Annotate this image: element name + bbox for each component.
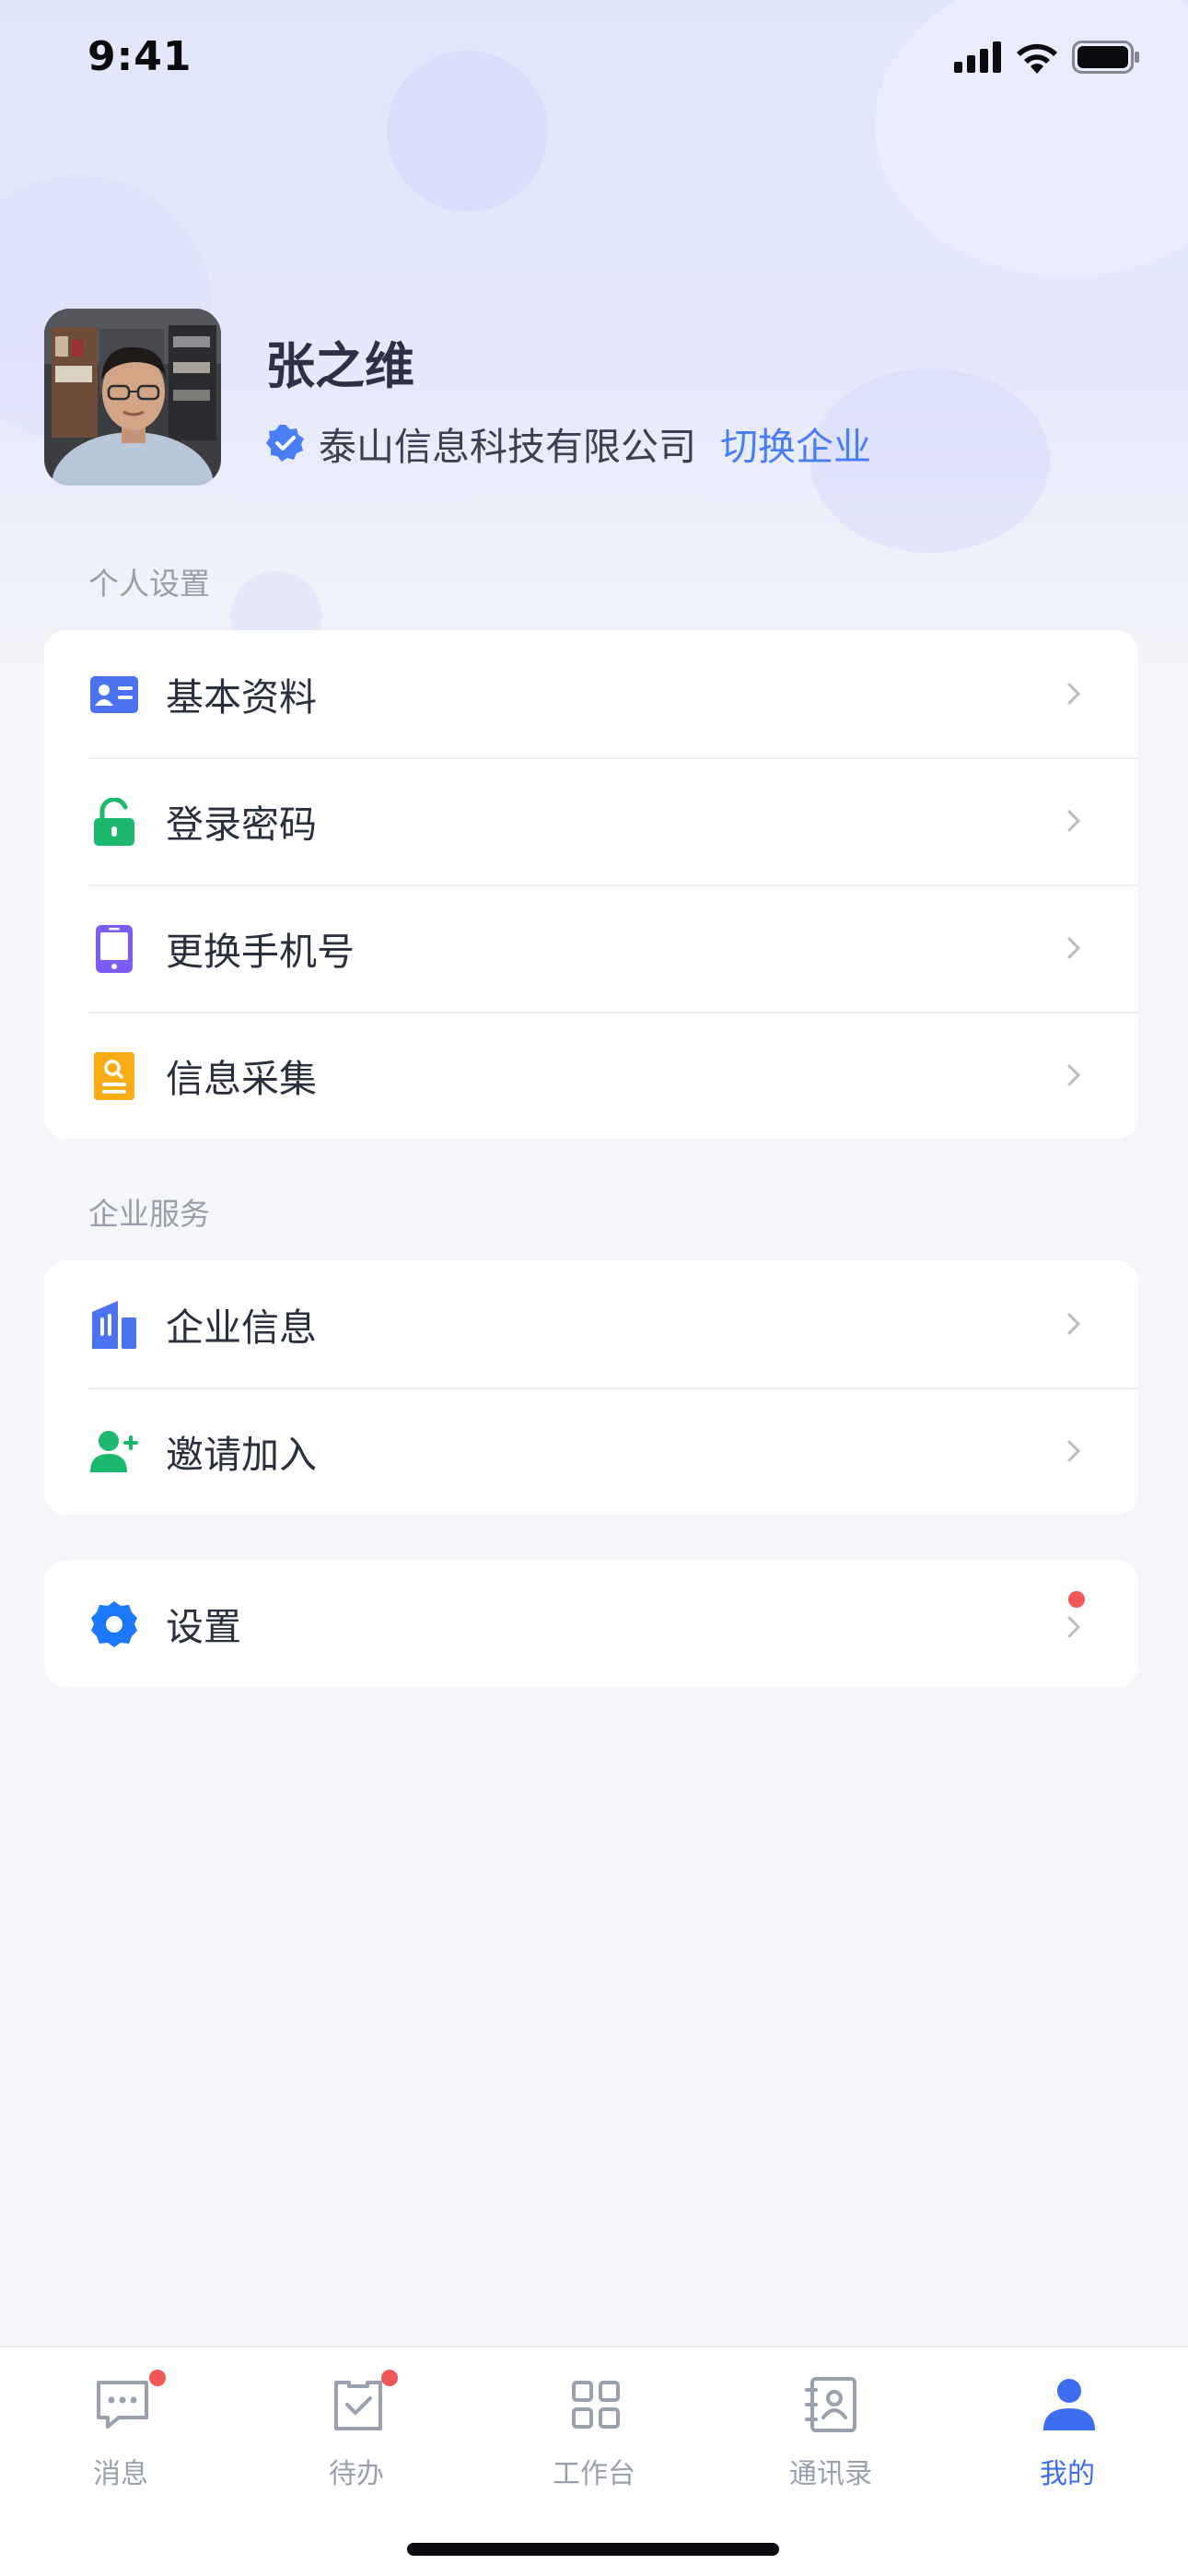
battery-icon xyxy=(1072,41,1139,74)
section-title-personal: 个人设置 xyxy=(88,566,210,602)
chevron-right-icon xyxy=(1067,810,1081,832)
settings-card: 设置 xyxy=(44,1560,1138,1687)
status-time: 9:41 xyxy=(87,33,192,80)
menu-item-basic-info[interactable]: 基本资料 xyxy=(44,630,1138,757)
chevron-right-icon xyxy=(1067,1440,1081,1462)
menu-item-label: 邀请加入 xyxy=(166,1433,317,1477)
add-user-icon xyxy=(90,1431,138,1472)
menu-item-change-phone[interactable]: 更换手机号 xyxy=(44,884,1138,1012)
menu-item-label: 设置 xyxy=(166,1605,241,1649)
menu-item-label: 企业信息 xyxy=(166,1306,317,1350)
notification-badge xyxy=(381,2370,398,2386)
profile-header: 张之维 泰山信息科技有限公司 切换企业 xyxy=(44,309,1149,488)
enterprise-services-card: 企业信息 邀请加入 xyxy=(44,1260,1138,1515)
chevron-right-icon xyxy=(1067,1616,1081,1638)
tab-messages[interactable]: 消息 xyxy=(47,2370,194,2523)
chevron-right-icon xyxy=(1067,937,1081,959)
menu-item-settings[interactable]: 设置 xyxy=(44,1560,1138,1687)
personal-settings-card: 基本资料 登录密码 更换手机号 信息采集 xyxy=(44,630,1138,1139)
company-name: 泰山信息科技有限公司 xyxy=(319,425,696,469)
todo-icon xyxy=(334,2381,382,2430)
chevron-right-icon xyxy=(1067,683,1081,705)
unlock-icon xyxy=(94,798,134,846)
menu-item-label: 登录密码 xyxy=(166,802,317,847)
phone-icon xyxy=(96,925,133,973)
id-card-icon xyxy=(90,676,138,713)
menu-item-label: 基本资料 xyxy=(166,675,317,720)
tab-workbench[interactable]: 工作台 xyxy=(520,2375,668,2523)
gear-icon xyxy=(91,1601,137,1647)
user-icon xyxy=(1043,2379,1095,2430)
contacts-icon xyxy=(805,2377,856,2432)
tab-mine[interactable]: 我的 xyxy=(994,2375,1141,2523)
tab-bar: 消息 待办 工作台 通讯录 我的 xyxy=(0,2346,1188,2576)
switch-company-link[interactable]: 切换企业 xyxy=(720,416,871,471)
chevron-right-icon xyxy=(1067,1064,1081,1086)
signal-icon xyxy=(954,41,1001,73)
grid-icon xyxy=(572,2381,620,2429)
tab-label: 通讯录 xyxy=(789,2458,872,2490)
menu-item-login-password[interactable]: 登录密码 xyxy=(44,757,1138,884)
chevron-right-icon xyxy=(1067,1313,1081,1335)
avatar[interactable] xyxy=(44,309,221,486)
tab-label: 消息 xyxy=(93,2458,148,2490)
tab-todo[interactable]: 待办 xyxy=(283,2370,430,2523)
notification-badge xyxy=(149,2370,166,2386)
building-icon xyxy=(92,1301,136,1349)
menu-item-label: 更换手机号 xyxy=(166,930,355,974)
user-name: 张之维 xyxy=(265,337,414,395)
notification-badge xyxy=(1068,1591,1085,1608)
wifi-icon xyxy=(1017,43,1057,74)
menu-item-label: 信息采集 xyxy=(166,1057,317,1101)
tab-contacts[interactable]: 通讯录 xyxy=(757,2375,904,2523)
verified-badge-icon xyxy=(266,425,304,462)
status-bar: 9:41 xyxy=(0,0,1188,120)
tab-label: 我的 xyxy=(1040,2458,1095,2490)
menu-item-invite-join[interactable]: 邀请加入 xyxy=(44,1388,1138,1515)
tab-label: 待办 xyxy=(329,2458,384,2490)
message-icon xyxy=(97,2381,148,2429)
home-indicator xyxy=(407,2543,779,2556)
section-title-enterprise: 企业服务 xyxy=(88,1196,210,1232)
menu-item-info-collection[interactable]: 信息采集 xyxy=(44,1012,1138,1139)
document-search-icon xyxy=(94,1052,134,1100)
tab-label: 工作台 xyxy=(553,2458,635,2490)
menu-item-enterprise-info[interactable]: 企业信息 xyxy=(44,1260,1138,1388)
